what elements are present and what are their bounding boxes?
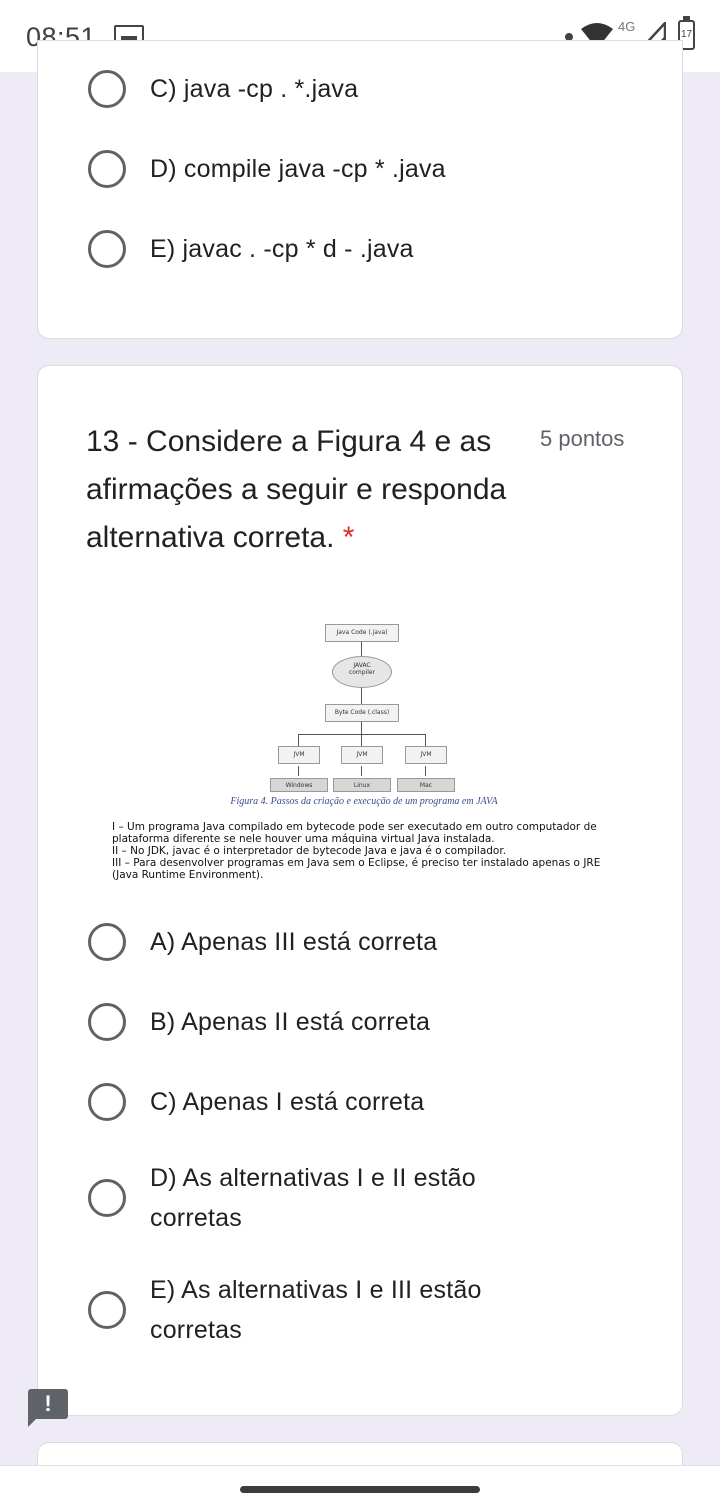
figure-platform-windows: Windows [270, 778, 328, 792]
radio-option-a[interactable]: A) Apenas III está correta [88, 923, 437, 961]
option-label: E) As alternativas I e III estão correta… [150, 1276, 482, 1344]
option-label: C) java -cp . *.java [150, 75, 359, 103]
radio-option-c-prev[interactable]: C) java -cp . *.java [88, 70, 358, 108]
statement-ii: II – No JDK, javac é o interpretador de … [112, 845, 507, 857]
radio-button[interactable] [88, 1291, 126, 1329]
radio-button[interactable] [88, 70, 126, 108]
radio-button[interactable] [88, 923, 126, 961]
figure-platform-mac: Mac [397, 778, 455, 792]
radio-option-e[interactable]: E) As alternativas I e III estão correta… [88, 1276, 481, 1344]
figure-compiler-label: compiler [348, 669, 376, 676]
figure-arrow [361, 766, 362, 776]
radio-button[interactable] [88, 1003, 126, 1041]
option-label: A) Apenas III está correta [150, 928, 438, 956]
home-gesture-handle[interactable] [240, 1486, 480, 1493]
figure-statements: I – Um programa Java compilado em byteco… [112, 821, 618, 881]
statement-i: I – Um programa Java compilado em byteco… [112, 821, 597, 845]
question-points: 5 pontos [540, 426, 625, 451]
figure-arrow [361, 642, 362, 656]
feedback-button[interactable]: ! [28, 1389, 68, 1427]
figure-javac-label: JAVAC [353, 662, 371, 669]
radio-button[interactable] [88, 1179, 126, 1217]
figure-connector [361, 722, 362, 734]
figure-connector [298, 734, 426, 735]
figure-4-image: Java Code (.java) JAVAC compiler Byte Co… [108, 620, 620, 895]
radio-option-d-prev[interactable]: D) compile java -cp * .java [88, 150, 446, 188]
statement-iii: III – Para desenvolver programas em Java… [112, 857, 601, 881]
figure-jvm-box: JVM [278, 746, 320, 764]
radio-button[interactable] [88, 230, 126, 268]
figure-caption: Figura 4. Passos da criação e execução d… [230, 796, 498, 807]
figure-java-code-box: Java Code (.java) [325, 624, 399, 642]
question-title: 13 - Considere a Figura 4 e as afirmaçõe… [86, 418, 516, 562]
figure-arrow [361, 688, 362, 704]
figure-connector [425, 734, 426, 746]
option-label: C) Apenas I está correta [150, 1088, 425, 1116]
battery-level: 17 [680, 29, 693, 40]
figure-arrow [425, 766, 426, 776]
option-label: D) As alternativas I e II estão corretas [150, 1164, 476, 1232]
figure-connector [361, 734, 362, 746]
figure-platform-linux: Linux [333, 778, 391, 792]
figure-jvm-box: JVM [341, 746, 383, 764]
navigation-bar [0, 1465, 720, 1512]
option-label: B) Apenas II está correta [150, 1008, 431, 1036]
figure-arrow [298, 766, 299, 776]
option-label: E) javac . -cp * d - .java [150, 235, 414, 263]
network-type-label: 4G [618, 19, 636, 34]
radio-option-b[interactable]: B) Apenas II está correta [88, 1003, 430, 1041]
figure-javac-compiler: JAVAC compiler [332, 656, 392, 688]
required-mark: * [342, 521, 355, 554]
option-label: D) compile java -cp * .java [150, 155, 446, 183]
figure-byte-code-box: Byte Code (.class) [325, 704, 399, 722]
radio-option-e-prev[interactable]: E) javac . -cp * d - .java [88, 230, 413, 268]
radio-option-d[interactable]: D) As alternativas I e II estão corretas [88, 1164, 476, 1232]
exclamation-icon: ! [44, 1391, 52, 1416]
question-text: 13 - Considere a Figura 4 e as afirmaçõe… [86, 425, 507, 554]
figure-jvm-box: JVM [405, 746, 447, 764]
radio-button[interactable] [88, 150, 126, 188]
radio-button[interactable] [88, 1083, 126, 1121]
radio-option-c[interactable]: C) Apenas I está correta [88, 1083, 424, 1121]
figure-connector [298, 734, 299, 746]
